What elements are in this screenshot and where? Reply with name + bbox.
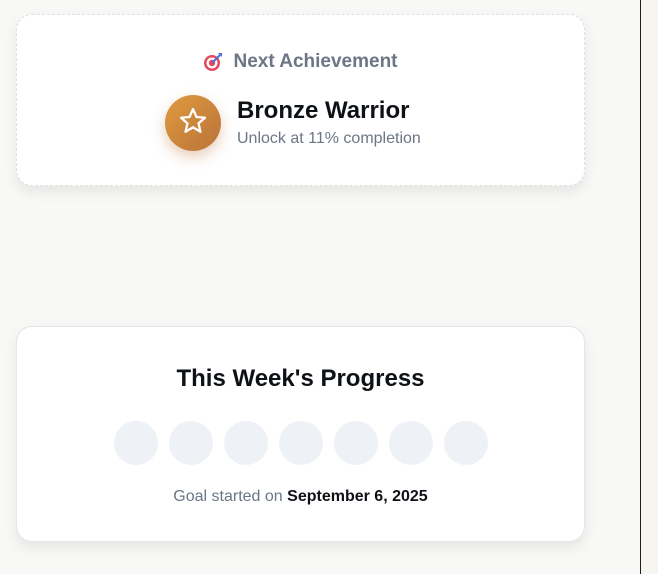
achievement-subtitle: Unlock at 11% completion	[237, 130, 421, 148]
weekly-progress-title: This Week's Progress	[176, 365, 425, 392]
day-indicator	[224, 421, 268, 465]
weekly-progress-card: This Week's Progress Goal started on Sep…	[16, 326, 585, 542]
achievement-text: Bronze Warrior Unlock at 11% completion	[237, 96, 421, 148]
day-indicator	[114, 421, 158, 465]
weekly-day-indicators	[114, 421, 488, 465]
day-indicator	[389, 421, 433, 465]
achievement-title: Bronze Warrior	[237, 96, 410, 124]
target-icon	[203, 52, 223, 72]
day-indicator	[169, 421, 213, 465]
day-indicator	[334, 421, 378, 465]
next-achievement-label: Next Achievement	[233, 51, 398, 72]
next-achievement-card: Next Achievement Bronze Warrior Unlock a…	[16, 14, 585, 186]
day-indicator	[279, 421, 323, 465]
achievement-details: Bronze Warrior Unlock at 11% completion	[165, 95, 421, 151]
day-indicator	[444, 421, 488, 465]
goal-start-label: Goal started on	[173, 488, 283, 505]
next-achievement-header: Next Achievement	[17, 51, 584, 73]
bronze-medal-badge	[165, 95, 221, 151]
window-edge	[640, 0, 658, 574]
star-icon	[178, 106, 208, 141]
goal-start-date: September 6, 2025	[287, 488, 428, 505]
goal-start-line: Goal started on September 6, 2025	[17, 488, 584, 506]
